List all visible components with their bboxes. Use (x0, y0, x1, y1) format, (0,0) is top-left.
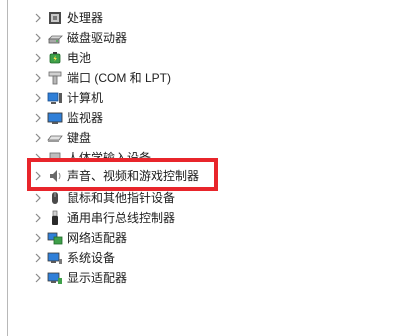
computer-icon (47, 92, 62, 104)
tree-item-monitors[interactable]: 监视器 (0, 108, 300, 128)
tree-item-label: 系统设备 (67, 251, 116, 265)
tree-item-processor[interactable]: 处理器 (0, 8, 300, 28)
chevron-right-icon[interactable] (34, 253, 42, 263)
disk-drive-icon (48, 35, 63, 44)
hid-icon (49, 152, 61, 162)
tree-item-sound-video-game-controllers[interactable]: 声音、视频和游戏控制器 (0, 166, 300, 186)
mouse-icon (52, 192, 58, 204)
device-tree: 处理器 磁盘驱动器 电池 端口 (COM 和 LPT) 计算机 监视器 键盘 人… (0, 0, 396, 336)
keyboard-icon (47, 135, 63, 142)
chevron-right-icon[interactable] (34, 73, 42, 83)
speaker-icon (50, 170, 61, 182)
tree-item-label: 声音、视频和游戏控制器 (67, 169, 200, 183)
monitor-icon (47, 112, 63, 124)
battery-icon (49, 52, 61, 64)
tree-item-label: 通用串行总线控制器 (67, 211, 176, 225)
port-icon (48, 71, 62, 85)
tree-item-hid[interactable]: 人体学输入设备 (0, 148, 300, 165)
chevron-right-icon[interactable] (34, 13, 42, 23)
chevron-right-icon[interactable] (34, 93, 42, 103)
tree-item-label: 磁盘驱动器 (67, 31, 128, 45)
tree-item-disk-drives[interactable]: 磁盘驱动器 (0, 28, 300, 48)
display-adapter-icon (47, 272, 62, 284)
tree-item-system-devices[interactable]: 系统设备 (0, 248, 300, 268)
usb-icon (52, 210, 58, 225)
tree-item-usb-controllers[interactable]: 通用串行总线控制器 (0, 208, 300, 228)
tree-item-computer[interactable]: 计算机 (0, 88, 300, 108)
chevron-right-icon[interactable] (34, 273, 42, 283)
tree-item-label: 计算机 (67, 91, 104, 105)
tree-item-label: 显示适配器 (67, 271, 128, 285)
system-device-icon (47, 252, 62, 264)
tree-item-label: 端口 (COM 和 LPT) (67, 71, 171, 85)
chevron-right-icon[interactable] (34, 193, 42, 203)
tree-item-label: 人体学输入设备 (67, 151, 152, 165)
tree-item-keyboards[interactable]: 键盘 (0, 128, 300, 148)
tree-item-label: 电池 (67, 51, 92, 65)
tree-item-mice[interactable]: 鼠标和其他指针设备 (0, 188, 300, 208)
tree-item-label: 鼠标和其他指针设备 (67, 191, 176, 205)
tree-item-battery[interactable]: 电池 (0, 48, 300, 68)
chevron-right-icon[interactable] (34, 233, 42, 243)
tree-item-label: 网络适配器 (67, 231, 128, 245)
chevron-right-icon[interactable] (34, 133, 42, 143)
chevron-right-icon[interactable] (34, 53, 42, 63)
tree-item-label: 处理器 (67, 11, 104, 25)
tree-item-label: 键盘 (67, 131, 92, 145)
chevron-right-icon[interactable] (34, 153, 42, 163)
chevron-right-icon[interactable] (34, 113, 42, 123)
tree-item-network-adapters[interactable]: 网络适配器 (0, 228, 300, 248)
chevron-right-icon[interactable] (34, 171, 42, 181)
tree-item-display-adapters[interactable]: 显示适配器 (0, 268, 300, 288)
chevron-right-icon[interactable] (34, 33, 42, 43)
tree-item-label: 监视器 (67, 111, 104, 125)
cpu-icon (49, 12, 61, 24)
network-adapter-icon (47, 232, 63, 245)
tree-item-ports[interactable]: 端口 (COM 和 LPT) (0, 68, 300, 88)
chevron-right-icon[interactable] (34, 213, 42, 223)
